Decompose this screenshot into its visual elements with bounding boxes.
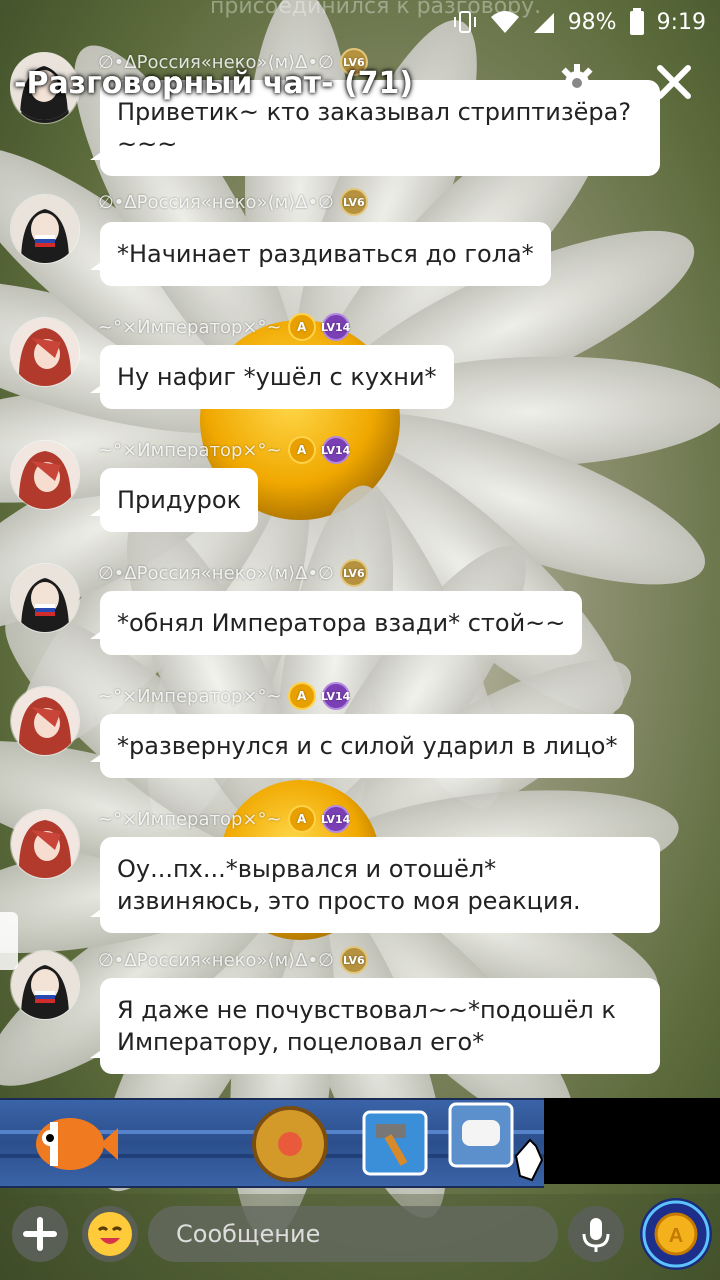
gear-icon[interactable] [556,62,598,104]
message-bubble[interactable]: Я даже не почувствовал~~*подошёл к Импер… [90,978,660,1074]
author-name: ∅•ΔРоссия«неко»⟨м⟩Δ•∅ [98,191,334,213]
amino-coin-icon: A [642,1200,710,1268]
message-bubble[interactable]: *обнял Императора взади* стой~~ [89,591,583,655]
message-text: *Начинает раздиваться до гола* [117,240,534,268]
level-badge: LV14 [321,682,350,710]
author-name: ~°×Император×°~ [98,685,282,707]
side-drawer-handle[interactable] [0,912,18,970]
avatar[interactable] [10,563,80,633]
status-bar: присоединился к разговору. 98% 9:19 [0,0,720,44]
voice-button[interactable] [568,1206,624,1262]
message-text: *обнял Императора взади* стой~~ [117,609,566,637]
hand-pointer-icon [514,1138,544,1182]
avatar[interactable] [10,809,80,879]
author-row: ~°×Император×°~ A LV14 [98,805,350,833]
level-badge: LV6 [339,188,368,216]
author-row: ∅•ΔРоссия«неко»⟨м⟩Δ•∅ LV6 [98,559,368,587]
level-badge: LV14 [321,313,350,341]
battery-icon [629,8,644,35]
level-badge: LV14 [321,805,350,833]
avatar[interactable] [10,317,80,387]
message-list[interactable]: ∅•ΔРоссия«неко»⟨м⟩Δ•∅ LV6 Приветик~ кто … [0,44,720,1094]
fish-icon [36,1118,118,1170]
star-badge: A [287,436,316,464]
message-bubble[interactable]: Ну нафиг *ушёл с кухни* [90,345,454,409]
svg-text:A: A [669,1225,683,1247]
message-text: Ну нафиг *ушёл с кухни* [117,363,437,391]
message-text: Придурок [117,486,242,514]
coin-button[interactable]: A [640,1198,712,1270]
add-button[interactable] [12,1206,68,1262]
message-bubble[interactable]: *развернулся и с силой ударил в лицо* [89,714,635,778]
avatar[interactable] [10,194,80,264]
microphone-icon [582,1218,610,1252]
author-row: ~°×Император×°~ A LV14 [98,682,350,710]
smile-emoji-icon [88,1212,132,1256]
chat-title[interactable]: -Разговорный чат- (71) [14,66,413,101]
message-bubble[interactable]: Оу...пх...*вырвался и отошёл* извиняюсь,… [90,837,660,933]
pillow-icon [448,1102,514,1168]
message-bubble[interactable]: Придурок [89,468,259,532]
message-text: Оу...пх...*вырвался и отошёл* извиняюсь,… [117,855,581,915]
author-name: ~°×Император×°~ [98,808,282,830]
level-badge: LV14 [321,436,350,464]
author-row: ~°×Император×°~ A LV14 [98,313,350,341]
avatar[interactable] [10,440,80,510]
level-badge: LV6 [339,946,368,974]
chat-header: -Разговорный чат- (71) [0,44,720,120]
message-bubble[interactable]: *Начинает раздиваться до гола* [90,222,551,286]
plus-icon [23,1217,57,1251]
close-icon[interactable] [656,64,692,100]
sticker-button[interactable] [82,1206,138,1262]
author-row: ~°×Император×°~ A LV14 [98,436,350,464]
author-name: ∅•ΔРоссия«неко»⟨м⟩Δ•∅ [98,562,334,584]
message-input[interactable]: Сообщение [148,1206,558,1262]
author-name: ~°×Император×°~ [98,439,282,461]
author-name: ~°×Император×°~ [98,316,282,338]
author-row: ∅•ΔРоссия«неко»⟨м⟩Δ•∅ LV6 [98,946,368,974]
star-badge: A [287,313,316,341]
banner-art [0,1102,544,1182]
message-text: *развернулся и с силой ударил в лицо* [117,732,618,760]
ad-banner[interactable] [0,1098,544,1188]
ad-banner-filler [544,1098,720,1184]
star-badge: A [287,682,316,710]
author-name: ∅•ΔРоссия«неко»⟨м⟩Δ•∅ [98,949,334,971]
avatar[interactable] [10,950,80,1020]
level-badge: LV6 [339,559,368,587]
hatch-wheel-icon [252,1106,328,1182]
clock: 9:19 [656,9,706,35]
hammer-icon [362,1110,428,1176]
message-input-bar: Сообщение A [0,1194,720,1280]
battery-level: 98% [567,9,617,35]
join-notice: присоединился к разговору. [210,0,542,19]
author-row: ∅•ΔРоссия«неко»⟨м⟩Δ•∅ LV6 [98,188,368,216]
star-badge: A [287,805,316,833]
message-text: Я даже не почувствовал~~*подошёл к Импер… [117,996,616,1056]
avatar[interactable] [10,686,80,756]
